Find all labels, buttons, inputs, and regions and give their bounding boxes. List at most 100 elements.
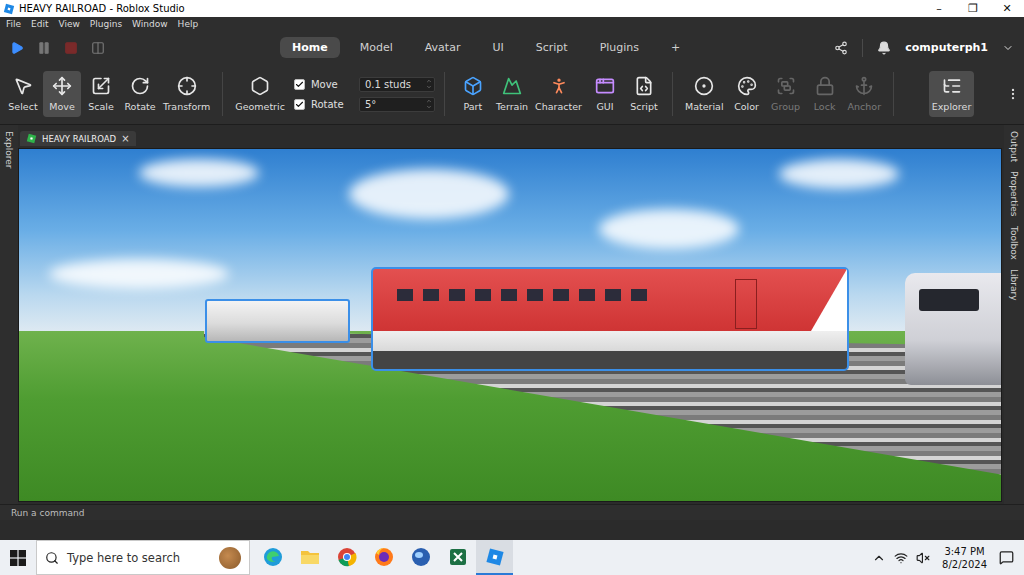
window-control[interactable]: – — [922, 0, 956, 17]
notifications-icon[interactable] — [999, 550, 1014, 565]
toolbar-divider — [672, 72, 673, 116]
app-logo-icon — [3, 3, 15, 15]
edge-icon — [263, 547, 283, 567]
taskbar-search[interactable]: Type here to search — [36, 540, 250, 575]
dock-tab[interactable]: Explorer — [4, 131, 14, 168]
taskbar-app[interactable] — [476, 540, 513, 575]
ribbon-tab[interactable]: + — [659, 37, 692, 58]
menu-item[interactable]: Plugins — [90, 18, 122, 30]
spinner[interactable] — [426, 78, 432, 90]
taskbar: Type here to search 3:47 PM8/2/2024 — [0, 540, 1024, 575]
ribbon-tab[interactable]: Avatar — [413, 37, 473, 58]
pause-button[interactable] — [37, 41, 51, 55]
firefox-icon — [374, 547, 394, 567]
dock-tab[interactable]: Toolbox — [1009, 226, 1019, 260]
snap-mode-button[interactable]: Geometric — [232, 71, 288, 117]
anchor-button[interactable]: Anchor — [845, 71, 884, 117]
workspace: Explorer HEAVY RAILROAD× Output Properties T… — [0, 125, 1024, 504]
taskbar-app[interactable] — [291, 540, 328, 575]
snap-value-field[interactable]: 0.1 studs — [359, 77, 435, 92]
group-button[interactable]: Group — [767, 71, 805, 117]
part-button[interactable]: Part — [454, 71, 492, 117]
terrain-icon — [502, 76, 522, 96]
bell-icon[interactable] — [877, 41, 891, 55]
gui-button[interactable]: GUI — [586, 71, 624, 117]
spinner[interactable] — [426, 98, 432, 110]
terrain-button[interactable]: Terrain — [493, 71, 531, 117]
decrement-icon — [426, 104, 432, 110]
lock-button[interactable]: Lock — [806, 71, 844, 117]
coach-door — [735, 279, 757, 329]
search-highlight-icon — [219, 547, 241, 569]
user-name[interactable]: computerph1 — [905, 41, 988, 54]
snap-label: Move — [311, 79, 353, 90]
snap-value-field[interactable]: 5° — [359, 97, 435, 112]
document-tab[interactable]: HEAVY RAILROAD× — [20, 131, 136, 146]
hidden-icons-icon[interactable] — [872, 551, 886, 565]
menu-item[interactable]: Edit — [31, 18, 48, 30]
locomotive[interactable] — [905, 273, 1002, 385]
menu-item[interactable]: View — [59, 18, 80, 30]
account-dropdown-icon[interactable] — [1002, 42, 1014, 54]
roblox-studio-taskbar-icon — [485, 547, 505, 567]
transform-tool-button[interactable]: Transform — [160, 71, 213, 117]
menu-item[interactable]: File — [6, 18, 21, 30]
ribbon-tab[interactable]: Model — [348, 37, 405, 58]
rotate-tool-button[interactable]: Rotate — [121, 71, 159, 117]
gui-icon — [595, 76, 615, 96]
cloud — [779, 159, 899, 189]
color-icon — [737, 76, 757, 96]
scale-tool-button[interactable]: Scale — [82, 71, 120, 117]
ribbon-tab[interactable]: Home — [280, 37, 340, 58]
play-button[interactable] — [10, 41, 24, 55]
taskbar-app[interactable] — [365, 540, 402, 575]
character-button[interactable]: Character — [532, 71, 585, 117]
window-control[interactable]: ❐ — [956, 0, 990, 17]
select-icon — [13, 76, 33, 96]
search-icon — [45, 551, 59, 565]
share-icon[interactable] — [834, 41, 848, 55]
geometric-icon — [250, 76, 270, 96]
volume-muted-icon[interactable] — [916, 551, 930, 565]
layout-button[interactable] — [91, 41, 105, 55]
locomotive[interactable] — [205, 299, 350, 343]
move-tool-button[interactable]: Move — [43, 71, 81, 117]
close-tab-button[interactable]: × — [121, 134, 129, 144]
snap-checkbox[interactable] — [294, 79, 305, 90]
dock-tab[interactable]: Library — [1009, 269, 1019, 300]
cloud — [49, 259, 229, 289]
ribbon-tab[interactable]: UI — [480, 37, 515, 58]
coach-end — [811, 269, 847, 331]
command-bar[interactable]: Run a command — [0, 504, 1024, 520]
color-button[interactable]: Color — [728, 71, 766, 117]
3d-viewport[interactable] — [18, 148, 1002, 502]
browser-globe-icon — [411, 547, 431, 567]
material-button[interactable]: Material — [682, 71, 727, 117]
dock-tab[interactable]: Output — [1009, 131, 1019, 162]
network-icon[interactable] — [894, 551, 908, 565]
clock[interactable]: 3:47 PM8/2/2024 — [938, 545, 991, 571]
start-button[interactable] — [0, 540, 36, 575]
snap-checkbox[interactable] — [294, 99, 305, 110]
ribbon-tab[interactable]: Plugins — [588, 37, 651, 58]
explorer-button[interactable]: Explorer — [929, 71, 975, 117]
taskbar-app[interactable] — [328, 540, 365, 575]
dock-tab[interactable]: Properties — [1009, 171, 1019, 216]
layout-icon — [91, 41, 105, 55]
taskbar-app[interactable] — [439, 540, 476, 575]
ribbon-tab[interactable]: Script — [524, 37, 580, 58]
menu-item[interactable]: Help — [178, 18, 199, 30]
stop-button[interactable] — [64, 41, 78, 55]
place-icon — [26, 133, 37, 144]
script-button[interactable]: Script — [625, 71, 663, 117]
roblox-studio-icon — [485, 547, 505, 567]
more-icon[interactable] — [1006, 87, 1020, 101]
passenger-coach[interactable] — [371, 267, 849, 371]
taskbar-app[interactable] — [254, 540, 291, 575]
window-control[interactable]: ✕ — [990, 0, 1024, 17]
select-tool-button[interactable]: Select — [4, 71, 42, 117]
menu-item[interactable]: Window — [132, 18, 168, 30]
check-icon — [295, 80, 304, 89]
toolbar-divider — [222, 72, 223, 116]
taskbar-app[interactable] — [402, 540, 439, 575]
